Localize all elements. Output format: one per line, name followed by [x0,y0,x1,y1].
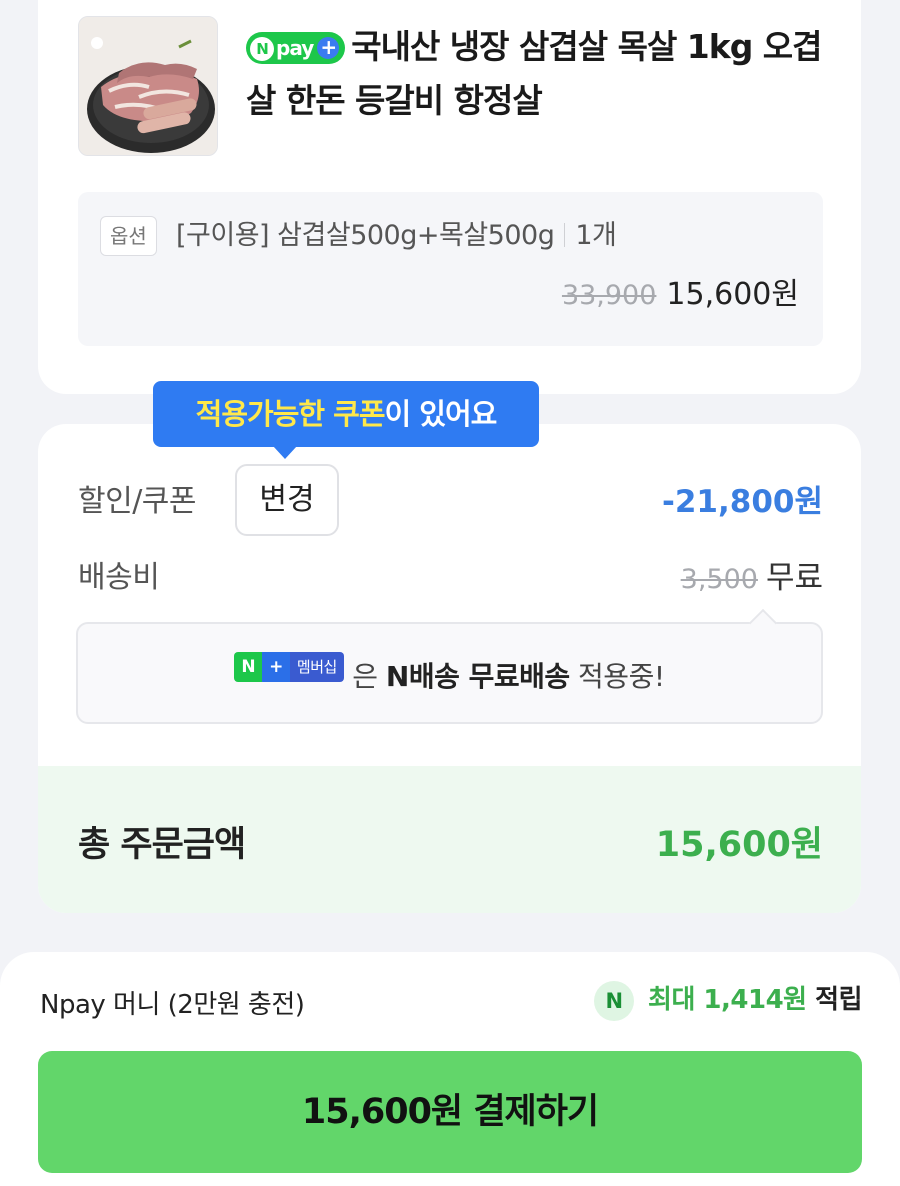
npay-badge-label: pay [276,36,314,60]
shipping-label: 배송비 [78,560,160,595]
option-box: 옵션 [구이용] 삼겹살500g+목살500g 1개 33,900 15,600원 [78,192,823,346]
discount-value: -21,800원 [661,484,823,520]
reward-suffix: 적립 [815,985,862,1015]
discount-label: 할인/쿠폰 [78,484,197,519]
price-row: 33,900 15,600원 [562,274,799,317]
shipping-original: 3,500 [680,564,758,595]
membership-particle: 은 [352,660,378,693]
membership-plus-icon: + [262,652,290,682]
npoint-icon: N [594,981,635,1021]
nplus-membership-badge: N + 멤버십 [234,652,344,682]
option-text: [구이용] 삼겹살500g+목살500g 1개 [176,218,617,254]
total-area: 총 주문금액 15,600원 [38,766,861,913]
membership-rest: 적용중! [578,660,665,693]
shipping-value-row: 3,500 무료 [681,552,823,597]
product-card: Npay + 국내산 냉장 삼겹살 목살 1kg 오겹살 한돈 등갈비 항정살 옵션… [38,0,861,394]
npay-plus-badge: Npay + [246,32,346,64]
option-quantity: 1개 [575,220,617,251]
payment-method[interactable]: Npay 머니 (2만원 충전) [40,984,305,1021]
coupon-tooltip[interactable]: 적용가능한 쿠폰이 있어요 [153,381,539,459]
change-coupon-button[interactable]: 변경 [235,464,339,536]
total-value: 15,600원 [655,825,823,865]
npay-n-icon: N [250,37,274,61]
membership-badge-text: 멤버십 [289,652,344,682]
original-price: 33,900 [561,280,657,311]
pay-button[interactable]: 15,600원 결제하기 [38,1051,862,1173]
reward-amount: 최대 1,414원 [648,985,807,1015]
total-label: 총 주문금액 [78,825,246,865]
reward-info: N 최대 1,414원 적립 [594,980,862,1021]
membership-n-icon: N [234,652,263,682]
membership-line: N + 멤버십 은 N배송 무료배송 적용중! [78,652,821,697]
membership-bold: N배송 무료배송 [385,660,570,693]
order-summary-card: 할인/쿠폰 변경 -21,800원 배송비 3,500 무료 N + 멤버십 은 N배… [38,424,861,913]
shipping-value: 무료 [765,560,823,596]
coupon-tooltip-highlight: 적용가능한 쿠폰 [195,397,386,431]
payment-sheet: Npay 머니 (2만원 충전) N 최대 1,414원 적립 15,600원 결… [0,952,900,1186]
sale-price: 15,600원 [666,277,799,312]
coupon-tooltip-text: 이 있어요 [384,397,498,431]
membership-notice: N + 멤버십 은 N배송 무료배송 적용중! [76,622,823,724]
option-tag: 옵션 [100,216,157,256]
divider [564,223,566,247]
product-thumbnail[interactable] [78,16,218,156]
plus-icon: + [317,37,340,59]
option-name: [구이용] 삼겹살500g+목살500g [176,220,555,251]
product-title-block[interactable]: Npay + 국내산 냉장 삼겹살 목살 1kg 오겹살 한돈 등갈비 항정살 [246,20,836,128]
